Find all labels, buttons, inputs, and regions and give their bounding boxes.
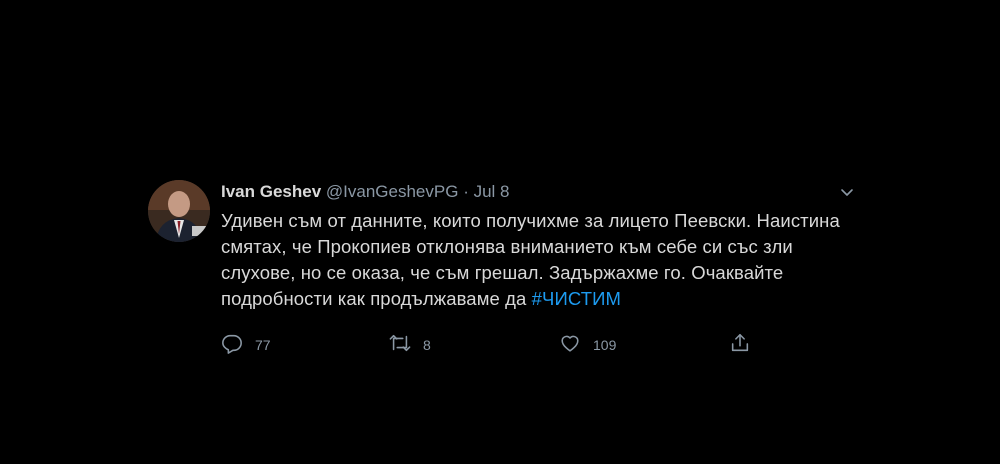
- avatar[interactable]: [148, 180, 210, 242]
- retweet-icon: [389, 332, 411, 359]
- tweet-text: Удивен съм от данните, които получихме з…: [221, 208, 861, 312]
- tweet-content: Ivan Geshev @IvanGeshevPG · Jul 8 Удивен…: [221, 180, 861, 360]
- heart-icon: [559, 332, 581, 359]
- share-icon: [729, 332, 751, 359]
- like-count: 109: [593, 337, 617, 353]
- tweet-date[interactable]: Jul 8: [474, 182, 510, 201]
- retweet-button[interactable]: 8: [389, 330, 431, 360]
- share-button[interactable]: [729, 330, 751, 360]
- like-button[interactable]: 109: [559, 330, 616, 360]
- tweet-header: Ivan Geshev @IvanGeshevPG · Jul 8: [221, 180, 861, 204]
- author-name[interactable]: Ivan Geshev: [221, 182, 321, 201]
- avatar-photo: [148, 180, 210, 242]
- retweet-count: 8: [423, 337, 431, 353]
- tweet-text-fragment: подробности как продължаваме да: [221, 288, 532, 309]
- chevron-down-icon[interactable]: [837, 182, 857, 202]
- hashtag-link[interactable]: #ЧИСТИМ: [532, 288, 621, 309]
- reply-icon: [221, 332, 243, 359]
- tweet-text-line: слухове, но се оказа, че съм грешал. Зад…: [221, 262, 784, 283]
- tweet-text-line: подробности как продължаваме да #ЧИСТИМ: [221, 286, 861, 312]
- tweet-text-line: Удивен съм от данните, които получихме з…: [221, 210, 840, 231]
- reply-count: 77: [255, 337, 271, 353]
- separator-dot: ·: [463, 182, 469, 201]
- action-bar: 77 8 109: [221, 330, 861, 360]
- reply-button[interactable]: 77: [221, 330, 271, 360]
- author-handle[interactable]: @IvanGeshevPG: [326, 182, 459, 201]
- tweet-text-line: смятах, че Прокопиев отклонява вниманиет…: [221, 236, 793, 257]
